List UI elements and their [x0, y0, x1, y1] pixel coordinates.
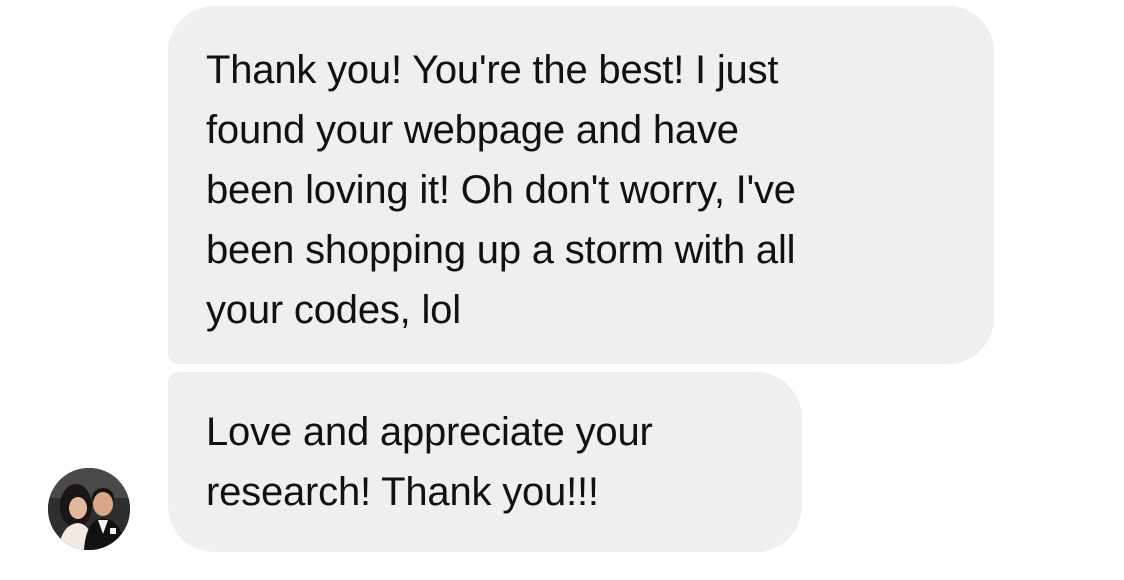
message-bubble[interactable]: Thank you! You're the best! I just found…	[168, 6, 994, 364]
message-text: Thank you! You're the best! I just found…	[206, 48, 796, 332]
profile-photo-icon	[48, 468, 130, 550]
message-text: Love and appreciate your research! Thank…	[206, 410, 653, 514]
message-thread: Thank you! You're the best! I just found…	[0, 0, 1124, 580]
message-bubble[interactable]: Love and appreciate your research! Thank…	[168, 372, 802, 552]
avatar[interactable]	[48, 468, 130, 550]
